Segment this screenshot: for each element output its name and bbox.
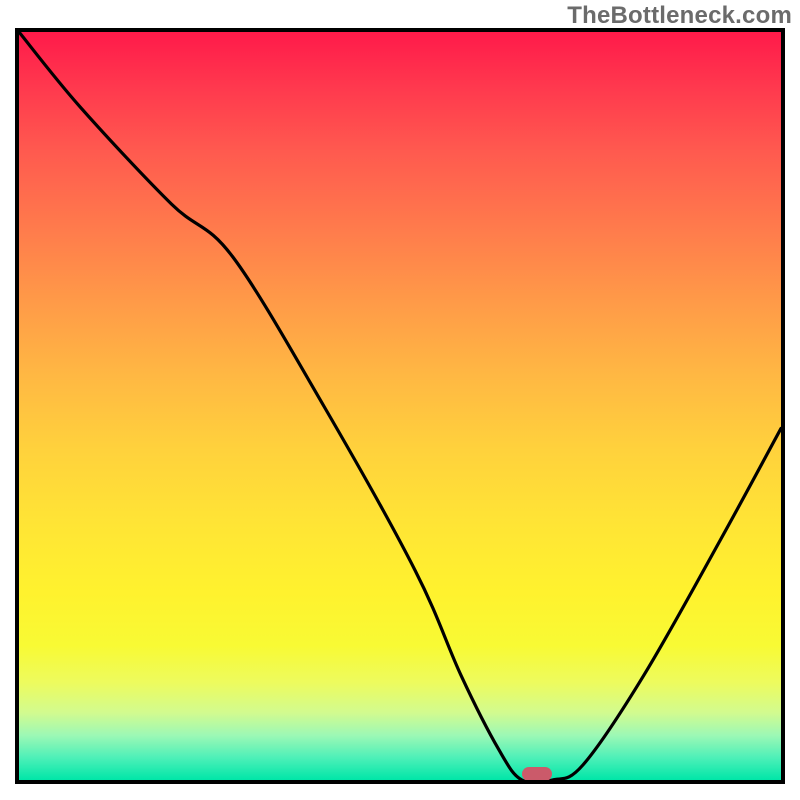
chart-container: TheBottleneck.com [0, 0, 800, 800]
curve-svg [19, 32, 781, 780]
bottleneck-curve-path [19, 32, 781, 780]
watermark-text: TheBottleneck.com [567, 2, 792, 30]
optimal-marker [522, 767, 552, 781]
plot-frame [15, 28, 785, 784]
